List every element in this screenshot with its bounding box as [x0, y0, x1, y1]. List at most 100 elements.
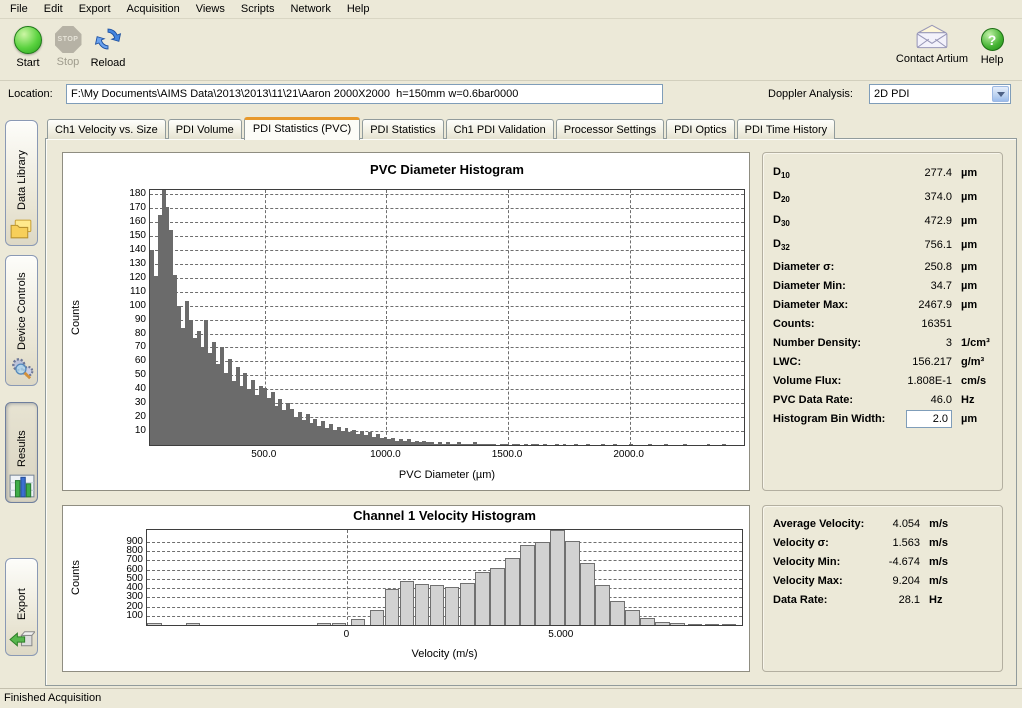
reload-icon: [84, 24, 132, 54]
sidebar-item-results[interactable]: Results: [5, 402, 38, 503]
menu-item-network[interactable]: Network: [282, 1, 338, 17]
stat-unit: cm/s: [952, 375, 992, 387]
histogram-bar: [460, 583, 474, 625]
y-tick-label: 60: [135, 357, 146, 365]
x-tick-label: 1500.0: [492, 449, 523, 460]
toolbar: StartSTOPStopReload Contact Artium?Help: [0, 20, 1022, 81]
stat-value: 28.1: [864, 594, 920, 606]
histogram-bar: [722, 624, 736, 625]
histogram-bar: [565, 541, 579, 625]
start-button[interactable]: Start: [6, 24, 50, 69]
tab-pdi-volume[interactable]: PDI Volume: [168, 119, 242, 139]
tab-ch1-velocity-vs-size[interactable]: Ch1 Velocity vs. Size: [47, 119, 166, 139]
stat-label: Velocity Min:: [773, 556, 864, 568]
menu-item-views[interactable]: Views: [188, 1, 233, 17]
stat-unit: µm: [952, 167, 992, 179]
stat-unit: µm: [952, 413, 992, 425]
help-button[interactable]: ?Help: [971, 24, 1013, 66]
histogram-bar: [625, 610, 639, 625]
gridline: [147, 551, 742, 552]
folder-icon: [8, 215, 35, 241]
stat-unit: Hz: [920, 594, 992, 606]
gridline: [150, 250, 744, 251]
histogram-bar: [535, 444, 539, 445]
reload-button[interactable]: Reload: [84, 24, 132, 69]
stat-label: Number Density:: [773, 337, 894, 349]
stat-label: PVC Data Rate:: [773, 394, 894, 406]
menu-bar: FileEditExportAcquisitionViewsScriptsNet…: [0, 0, 1022, 19]
y-axis-label: Counts: [69, 529, 83, 626]
y-tick-label: 600: [126, 566, 143, 574]
tab-pdi-time-history[interactable]: PDI Time History: [737, 119, 836, 139]
tab-pdi-statistics[interactable]: PDI Statistics: [362, 119, 443, 139]
stat-value: 277.4: [894, 167, 952, 179]
gridline: [386, 190, 387, 445]
y-tick-label: 500: [126, 575, 143, 583]
pvc-stat-row: Diameter Min:34.7µm: [763, 276, 1002, 295]
y-tick-label: 50: [135, 371, 146, 379]
stat-value: 3: [894, 337, 952, 349]
pvc-histogram-plot: [149, 189, 745, 446]
stat-unit: µm: [952, 299, 992, 311]
x-axis-label: PVC Diameter (µm): [149, 469, 745, 481]
pvc-stat-row: Diameter Max:2467.9µm: [763, 295, 1002, 314]
histogram-bar: [535, 542, 549, 625]
gridline: [150, 334, 744, 335]
stat-value: [894, 410, 952, 428]
y-axis-label: Counts: [69, 189, 83, 446]
x-axis-label: Velocity (m/s): [146, 648, 743, 660]
menu-item-file[interactable]: File: [2, 1, 36, 17]
chart-icon: [9, 472, 35, 498]
pvc-stat-row: PVC Data Rate:46.0Hz: [763, 390, 1002, 409]
stat-unit: µm: [952, 261, 992, 273]
sidebar-rail: Data Library Device Controls Results Export: [0, 112, 45, 688]
stat-label: Diameter σ:: [773, 261, 894, 273]
y-tick-label: 700: [126, 556, 143, 564]
chevron-down-icon[interactable]: [992, 86, 1009, 102]
histogram-bar: [574, 444, 578, 445]
gridline: [150, 222, 744, 223]
location-input[interactable]: [66, 84, 663, 104]
gridline: [150, 264, 744, 265]
velocity-stat-row: Velocity Min:-4.674m/s: [763, 552, 1002, 571]
gridline: [147, 570, 742, 571]
tab-pdi-statistics-pvc-[interactable]: PDI Statistics (PVC): [244, 117, 360, 140]
sidebar-item-device-controls[interactable]: Device Controls: [5, 255, 38, 386]
menu-item-export[interactable]: Export: [71, 1, 119, 17]
tab-pdi-optics[interactable]: PDI Optics: [666, 119, 735, 139]
y-tick-label: 170: [129, 204, 146, 212]
y-tick-label: 90: [135, 316, 146, 324]
histogram-bar: [186, 623, 200, 625]
sidebar-item-export[interactable]: Export: [5, 558, 38, 656]
menu-item-edit[interactable]: Edit: [36, 1, 71, 17]
y-tick-label: 130: [129, 260, 146, 268]
histogram-bar: [601, 444, 605, 445]
velocity-statistics-rows: Average Velocity:4.054m/sVelocity σ:1.56…: [763, 506, 1002, 609]
gridline: [147, 579, 742, 580]
stat-value: 1.808E-1: [894, 375, 952, 387]
histogram-bar: [332, 623, 346, 625]
contact-artium-button[interactable]: Contact Artium: [891, 24, 973, 65]
menu-item-acquisition[interactable]: Acquisition: [119, 1, 188, 17]
tab-processor-settings[interactable]: Processor Settings: [556, 119, 664, 139]
sidebar-item-data-library[interactable]: Data Library: [5, 120, 38, 246]
x-tick-label: 500.0: [251, 449, 276, 460]
y-tick-label: 100: [126, 612, 143, 620]
histogram-bin-width-input[interactable]: [906, 410, 952, 428]
menu-item-help[interactable]: Help: [339, 1, 378, 17]
velocity-histogram-panel: Channel 1 Velocity Histogram Counts Velo…: [62, 505, 750, 672]
doppler-analysis-select[interactable]: 2D PDI: [869, 84, 1011, 104]
histogram-bar: [707, 444, 711, 445]
status-bar: Finished Acquisition: [0, 688, 1022, 708]
sidebar-item-label: Device Controls: [16, 263, 28, 350]
x-tick-label: 5.000: [548, 629, 573, 640]
tab-ch1-pdi-validation[interactable]: Ch1 PDI Validation: [446, 119, 554, 139]
stat-label: Diameter Max:: [773, 299, 894, 311]
stat-value: -4.674: [864, 556, 920, 568]
start-label: Start: [6, 57, 50, 69]
velocity-stat-row: Velocity σ:1.563m/s: [763, 533, 1002, 552]
x-tick-label: 1000.0: [370, 449, 401, 460]
menu-item-scripts[interactable]: Scripts: [233, 1, 283, 17]
histogram-bar: [490, 568, 504, 625]
export-icon: [8, 625, 35, 651]
